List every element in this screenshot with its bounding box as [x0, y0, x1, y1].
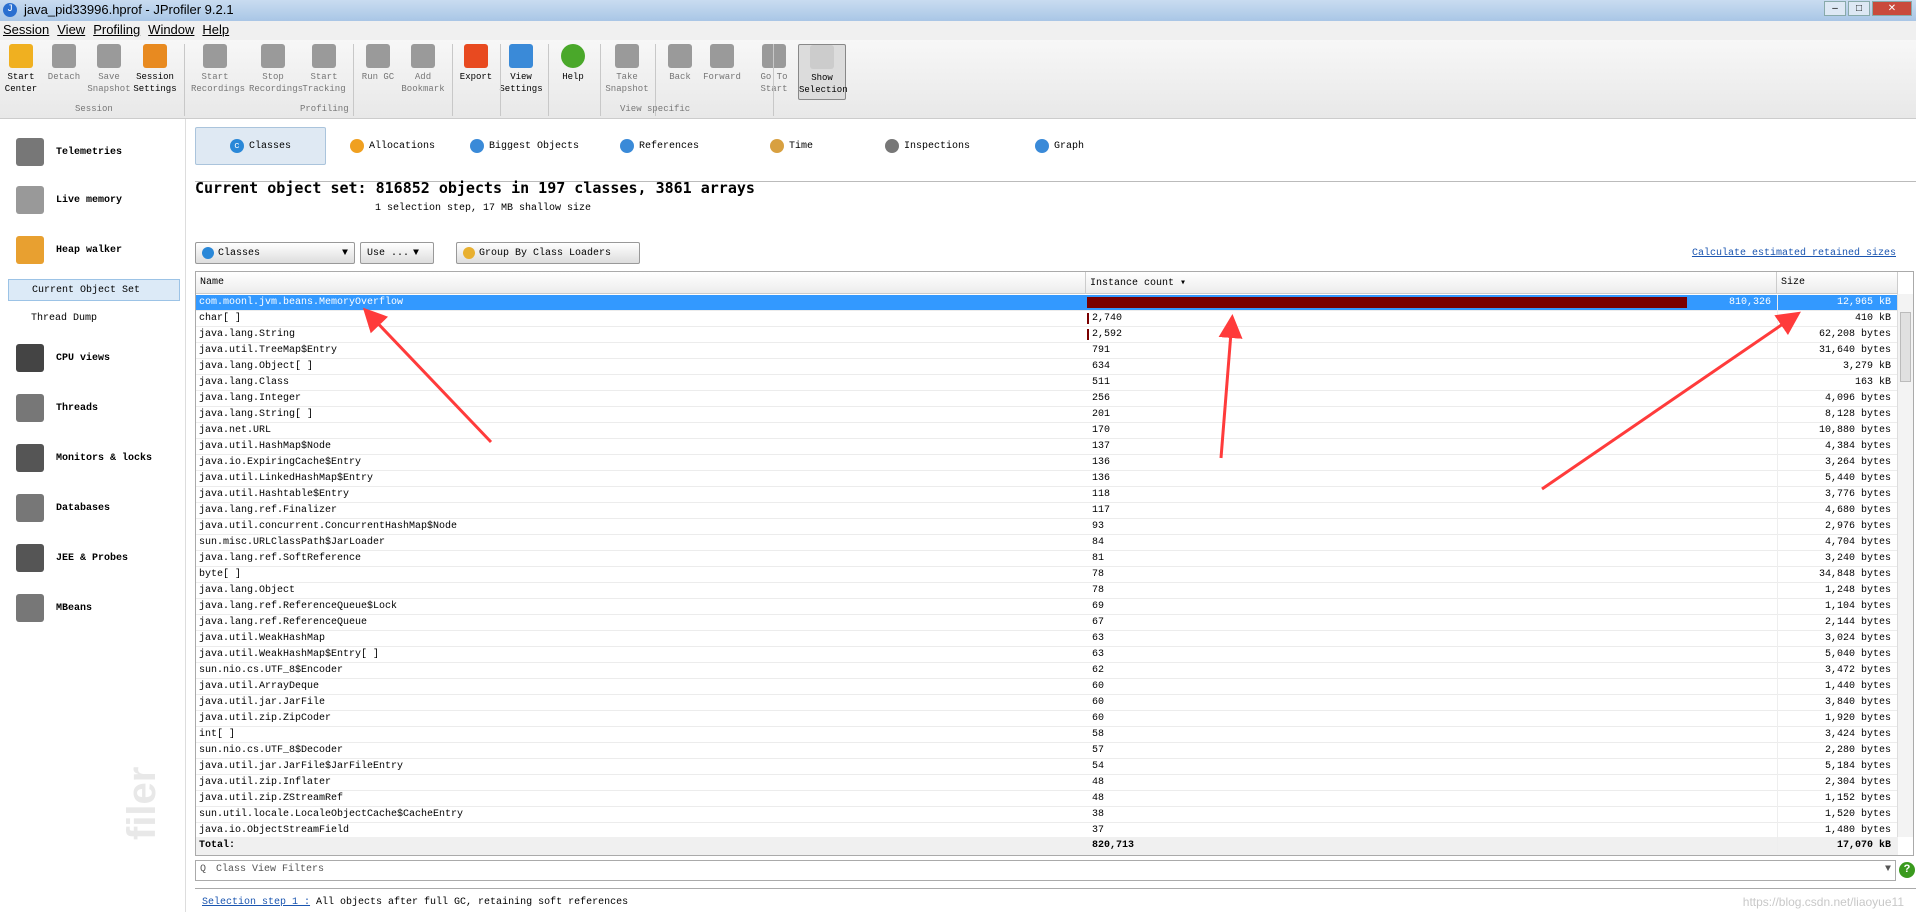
divider [195, 888, 1916, 889]
csdn-watermark: https://blog.csdn.net/liaoyue11 [1742, 895, 1904, 909]
selection-step: Selection step 1 : All objects after ful… [202, 897, 628, 908]
selection-step-text: All objects after full GC, retaining sof… [310, 897, 629, 908]
chevron-down-icon[interactable]: ▼ [1885, 864, 1891, 875]
search-icon: Q [200, 864, 207, 875]
filter-placeholder: Class View Filters [216, 864, 325, 875]
selection-step-link[interactable]: Selection step 1 : [202, 897, 310, 908]
annotation-arrow [362, 307, 493, 444]
annotation-arrows [362, 307, 1801, 491]
annotation-arrow [1218, 314, 1243, 459]
annotation-arrow [1541, 311, 1801, 491]
help-icon[interactable]: ? [1899, 862, 1915, 878]
class-view-filter-input[interactable]: Class View Filters Q ▼ [195, 860, 1896, 881]
